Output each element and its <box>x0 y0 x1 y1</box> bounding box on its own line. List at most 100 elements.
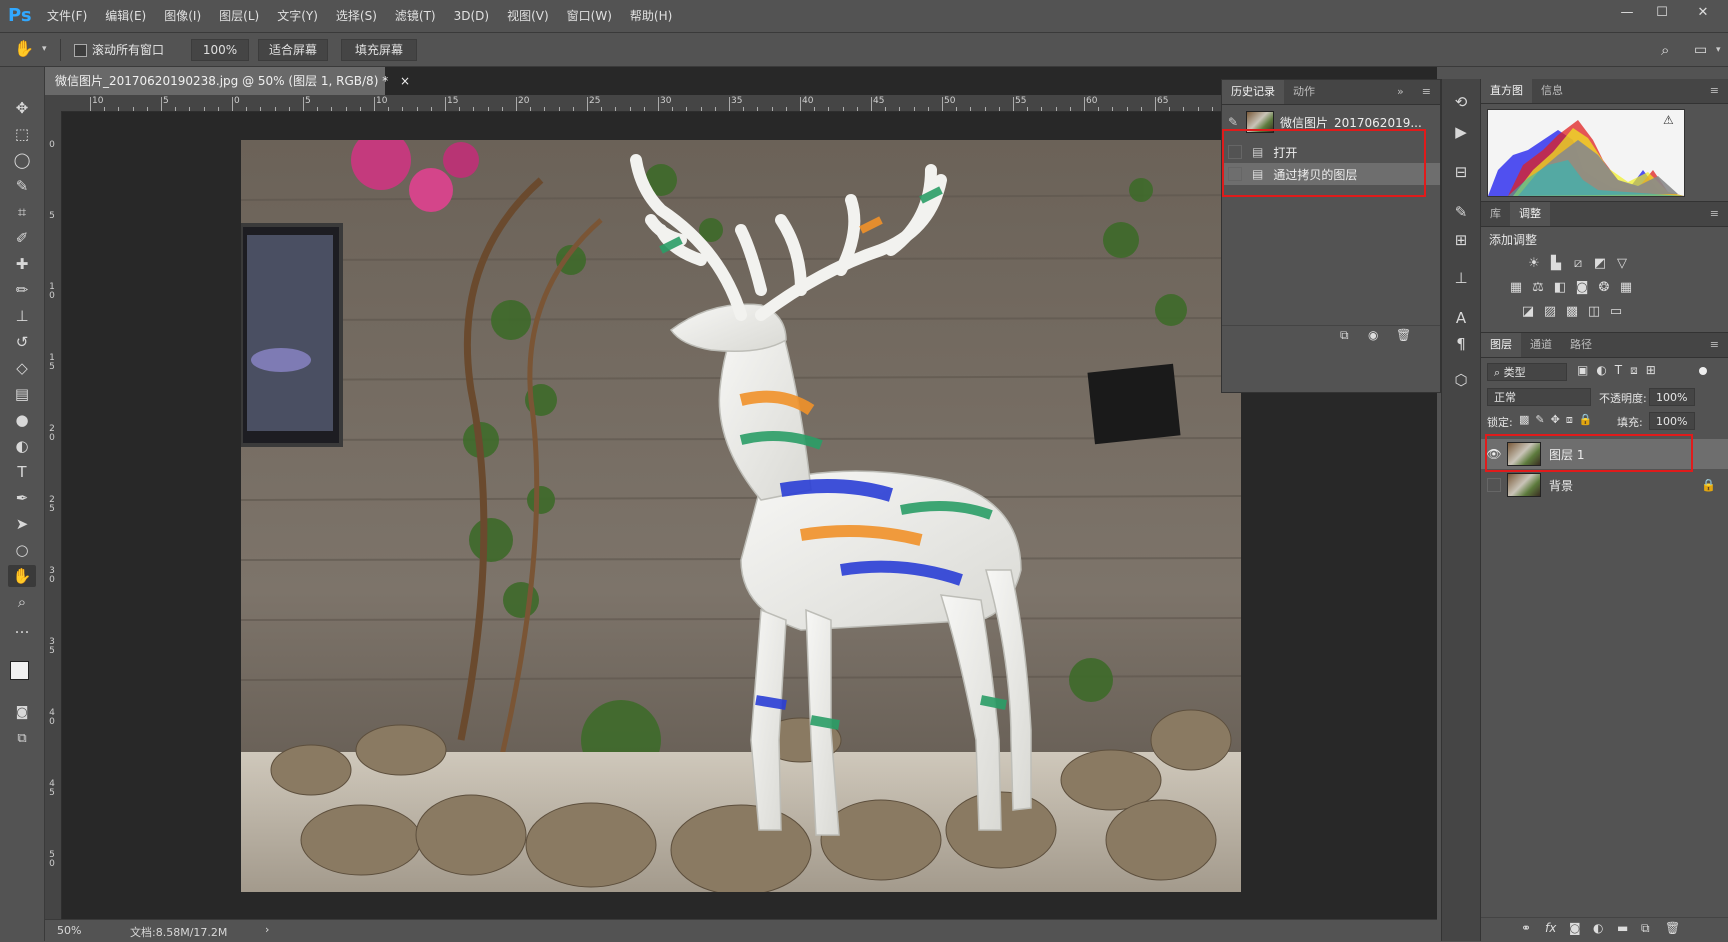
properties-icon[interactable]: ⊟ <box>1447 159 1475 185</box>
posterize-icon[interactable]: ▨ <box>1541 304 1559 320</box>
layer-filter-select[interactable]: ⌕ 类型 <box>1487 363 1567 381</box>
threshold-icon[interactable]: ▩ <box>1563 304 1581 320</box>
document-tab[interactable]: 微信图片_20170620190238.jpg @ 50% (图层 1, RGB… <box>45 67 410 95</box>
color-balance-icon[interactable]: ⚖ <box>1529 280 1547 296</box>
hue-saturation-icon[interactable]: ▦ <box>1507 280 1525 296</box>
levels-icon[interactable]: ▙ <box>1547 256 1565 272</box>
brightness-icon[interactable]: ☀ <box>1525 256 1543 272</box>
tab-histogram[interactable]: 直方图 <box>1481 79 1532 103</box>
canvas-image[interactable] <box>241 140 1241 892</box>
tab-channels[interactable]: 通道 <box>1521 333 1561 357</box>
tab-adjustments[interactable]: 调整 <box>1510 202 1550 226</box>
menu-help[interactable]: 帮助(H) <box>621 0 681 32</box>
history-panel-icon[interactable]: ⟲ <box>1447 89 1475 115</box>
lock-icon[interactable]: 🔒 <box>1701 478 1716 492</box>
search-icon[interactable]: ⌕ <box>1661 39 1669 61</box>
expand-icon[interactable]: » <box>1388 80 1413 104</box>
layer-filter-icons[interactable]: ▣◐T⧈⊞ <box>1577 363 1664 378</box>
hand-icon[interactable]: ✋ <box>14 37 36 61</box>
menu-view[interactable]: 视图(V) <box>498 0 558 32</box>
fx-icon[interactable]: fx <box>1545 921 1556 935</box>
tab-history[interactable]: 历史记录 <box>1222 80 1284 104</box>
mask-icon[interactable]: ◙ <box>1569 921 1581 935</box>
zoom-tool-icon[interactable]: ⌕ <box>8 591 36 613</box>
actions-play-icon[interactable]: ▶ <box>1447 119 1475 145</box>
link-icon[interactable]: ⚭ <box>1521 921 1531 935</box>
blur-tool-icon[interactable]: ● <box>8 409 36 431</box>
gradient-map-icon[interactable]: ▭ <box>1607 304 1625 320</box>
brush-presets-icon[interactable]: ⊞ <box>1447 227 1475 253</box>
group-icon[interactable]: ▬ <box>1617 921 1628 935</box>
quick-mask-icon[interactable]: ◙ <box>8 701 36 723</box>
healing-brush-icon[interactable]: ✚ <box>8 253 36 275</box>
curves-icon[interactable]: ⧄ <box>1569 256 1587 272</box>
fit-screen-button[interactable]: 适合屏幕 <box>258 39 328 61</box>
menu-edit[interactable]: 编辑(E) <box>96 0 155 32</box>
tab-info[interactable]: 信息 <box>1532 79 1572 103</box>
type-tool-icon[interactable]: T <box>8 461 36 483</box>
more-tools-icon[interactable]: … <box>8 617 36 639</box>
color-lookup-icon[interactable]: ▦ <box>1617 280 1635 296</box>
chevron-down-icon[interactable]: ▾ <box>42 37 47 61</box>
snapshot-icon[interactable]: ◉ <box>1368 328 1378 342</box>
brush-settings-icon[interactable]: ✎ <box>1447 199 1475 225</box>
paragraph-icon[interactable]: ¶ <box>1447 331 1475 357</box>
menu-3d[interactable]: 3D(D) <box>445 0 498 32</box>
layer-name[interactable]: 背景 <box>1549 477 1573 494</box>
layer-row-background[interactable]: 背景 🔒 <box>1481 470 1728 500</box>
menu-image[interactable]: 图像(I) <box>155 0 210 32</box>
brush-tool-icon[interactable]: ✏ <box>8 279 36 301</box>
path-select-icon[interactable]: ➤ <box>8 513 36 535</box>
crop-tool-icon[interactable]: ⌗ <box>8 201 36 223</box>
move-tool-icon[interactable]: ✥ <box>8 97 36 119</box>
marquee-tool-icon[interactable]: ⬚ <box>8 123 36 145</box>
scroll-all-checkbox[interactable] <box>74 44 87 57</box>
workspace-icon[interactable]: ▭ <box>1694 39 1707 61</box>
new-layer-icon[interactable]: ⧉ <box>1641 921 1650 936</box>
tab-libraries[interactable]: 库 <box>1481 202 1510 226</box>
hand-tool-icon[interactable]: ✋ <box>8 565 36 587</box>
character-icon[interactable]: A <box>1447 305 1475 331</box>
status-menu-arrow[interactable]: › <box>265 923 269 936</box>
menu-layer[interactable]: 图层(L) <box>210 0 268 32</box>
fill-input[interactable]: 100% <box>1649 412 1695 430</box>
exposure-icon[interactable]: ◩ <box>1591 256 1609 272</box>
tab-paths[interactable]: 路径 <box>1561 333 1601 357</box>
menu-window[interactable]: 窗口(W) <box>558 0 621 32</box>
screen-mode-icon[interactable]: ⧉ <box>8 727 36 749</box>
foreground-color-swatch[interactable] <box>10 661 29 680</box>
zoom-100-button[interactable]: 100% <box>191 39 249 61</box>
quick-select-tool-icon[interactable]: ✎ <box>8 175 36 197</box>
lasso-tool-icon[interactable]: ◯ <box>8 149 36 171</box>
panel-menu-icon[interactable]: ≡ <box>1701 79 1728 103</box>
tab-layers[interactable]: 图层 <box>1481 333 1521 357</box>
lock-icons[interactable]: ▩✎✥⧈🔒 <box>1519 413 1599 427</box>
panel-menu-icon[interactable]: ≡ <box>1701 202 1728 226</box>
chevron-down-icon[interactable]: ▾ <box>1716 39 1721 61</box>
invert-icon[interactable]: ◪ <box>1519 304 1537 320</box>
menu-filter[interactable]: 滤镜(T) <box>386 0 445 32</box>
opacity-input[interactable]: 100% <box>1649 388 1695 406</box>
trash-icon[interactable]: 🗑 <box>1665 921 1680 935</box>
menu-select[interactable]: 选择(S) <box>327 0 386 32</box>
fill-screen-button[interactable]: 填充屏幕 <box>341 39 417 61</box>
panel-menu-icon[interactable]: ≡ <box>1701 333 1728 357</box>
history-brush-source-icon[interactable]: ✎ <box>1228 115 1246 129</box>
blend-mode-select[interactable]: 正常 <box>1487 388 1591 406</box>
photo-filter-icon[interactable]: ◙ <box>1573 280 1591 296</box>
minimize-button[interactable]: — <box>1613 4 1641 22</box>
menu-file[interactable]: 文件(F) <box>38 0 96 32</box>
visibility-toggle[interactable] <box>1487 478 1501 492</box>
black-white-icon[interactable]: ◧ <box>1551 280 1569 296</box>
close-button[interactable]: ✕ <box>1689 4 1717 22</box>
maximize-button[interactable]: ☐ <box>1648 4 1676 22</box>
new-document-from-state-icon[interactable]: ⧉ <box>1340 328 1349 343</box>
selective-color-icon[interactable]: ◫ <box>1585 304 1603 320</box>
tab-actions[interactable]: 动作 <box>1284 80 1324 104</box>
dodge-tool-icon[interactable]: ◐ <box>8 435 36 457</box>
adjustment-icon[interactable]: ◐ <box>1593 921 1603 935</box>
zoom-level[interactable]: 50% <box>57 924 81 937</box>
ellipse-tool-icon[interactable]: ○ <box>8 539 36 561</box>
pen-tool-icon[interactable]: ✒ <box>8 487 36 509</box>
channel-mixer-icon[interactable]: ❂ <box>1595 280 1613 296</box>
